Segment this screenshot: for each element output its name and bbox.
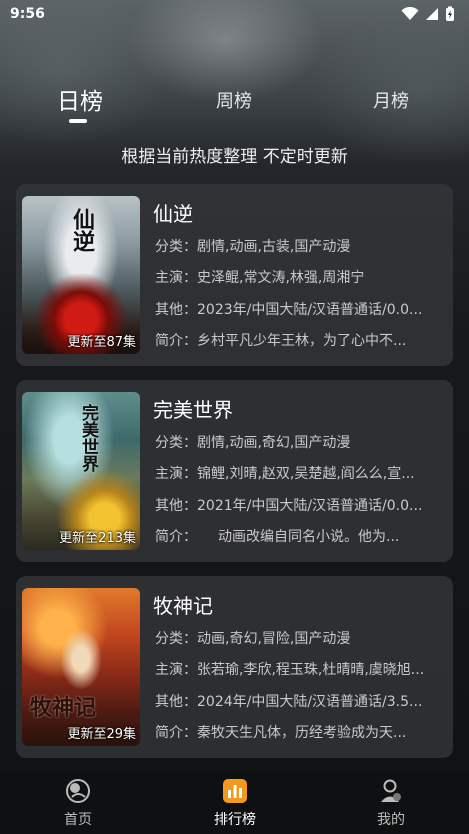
nav-home[interactable]: 首页	[38, 777, 118, 829]
tab-monthly[interactable]: 月榜	[363, 87, 419, 113]
bottom-nav: 首页 排行榜 我的	[0, 771, 469, 834]
episode-badge: 更新至213集	[59, 531, 136, 546]
item-title: 牧神记	[153, 594, 213, 618]
item-title: 仙逆	[153, 202, 193, 226]
nav-profile[interactable]: 我的	[351, 777, 431, 829]
nav-ranking-label: 排行榜	[214, 812, 256, 828]
item-intro: 简介：秦牧天生凡体，历经考验成为天...	[155, 725, 407, 741]
nav-profile-label: 我的	[377, 812, 405, 828]
episode-badge: 更新至87集	[67, 335, 136, 350]
profile-icon	[381, 779, 401, 802]
episode-badge: 更新至29集	[67, 727, 136, 742]
tab-indicator	[69, 119, 87, 123]
signal-icon	[426, 8, 438, 20]
ranking-subtitle: 根据当前热度整理 不定时更新	[121, 147, 348, 167]
item-other: 其他：2023年/中国大陆/汉语普通话/0.0...	[155, 302, 423, 318]
poster-mushenji: 牧神记 更新至29集	[22, 588, 140, 746]
ranking-icon	[223, 779, 247, 803]
tab-weekly[interactable]: 周榜	[206, 87, 262, 113]
battery-icon	[446, 6, 454, 21]
item-category: 分类：剧情,动画,奇幻,国产动漫	[155, 435, 351, 451]
status-time: 9:56	[10, 6, 45, 22]
nav-home-label: 首页	[64, 812, 92, 828]
item-other: 其他：2024年/中国大陆/汉语普通话/3.5...	[155, 694, 423, 710]
status-bar: 9:56	[0, 0, 469, 28]
ranking-card-xianni[interactable]: 仙逆 更新至87集 仙逆 分类：剧情,动画,古装,国产动漫 主演：史泽鲲,常文涛…	[16, 184, 453, 366]
item-cast: 主演：张若瑜,李欣,程玉珠,杜晴晴,虞晓旭...	[155, 662, 425, 678]
tab-daily[interactable]: 日榜	[52, 82, 108, 116]
item-title: 完美世界	[153, 398, 233, 422]
ranking-card-mushenji[interactable]: 牧神记 更新至29集 牧神记 分类：动画,奇幻,冒险,国产动漫 主演：张若瑜,李…	[16, 576, 453, 758]
home-icon	[66, 779, 90, 803]
ranking-card-wanmeishijie[interactable]: 完美世界 更新至213集 完美世界 分类：剧情,动画,奇幻,国产动漫 主演：锦鲤…	[16, 380, 453, 562]
item-category: 分类：动画,奇幻,冒险,国产动漫	[155, 631, 351, 647]
nav-ranking[interactable]: 排行榜	[195, 777, 275, 829]
status-icons	[401, 6, 455, 22]
poster-calligraphy: 牧神记	[30, 695, 97, 721]
item-cast: 主演：锦鲤,刘晴,赵双,吴楚越,阎么么,宣...	[155, 466, 415, 482]
poster-calligraphy: 仙逆	[69, 208, 95, 252]
poster-calligraphy: 完美世界	[78, 404, 98, 472]
poster-wanmeishijie: 完美世界 更新至213集	[22, 392, 140, 550]
poster-xianni: 仙逆 更新至87集	[22, 196, 140, 354]
item-cast: 主演：史泽鲲,常文涛,林强,周湘宁	[155, 270, 365, 286]
item-intro: 简介：乡村平凡少年王林，为了心中不...	[155, 333, 407, 349]
item-other: 其他：2021年/中国大陆/汉语普通话/0.0...	[155, 498, 423, 514]
item-category: 分类：剧情,动画,古装,国产动漫	[155, 239, 351, 255]
wifi-icon	[401, 7, 419, 20]
item-intro: 简介： 动画改编自同名小说。他为...	[155, 529, 400, 545]
